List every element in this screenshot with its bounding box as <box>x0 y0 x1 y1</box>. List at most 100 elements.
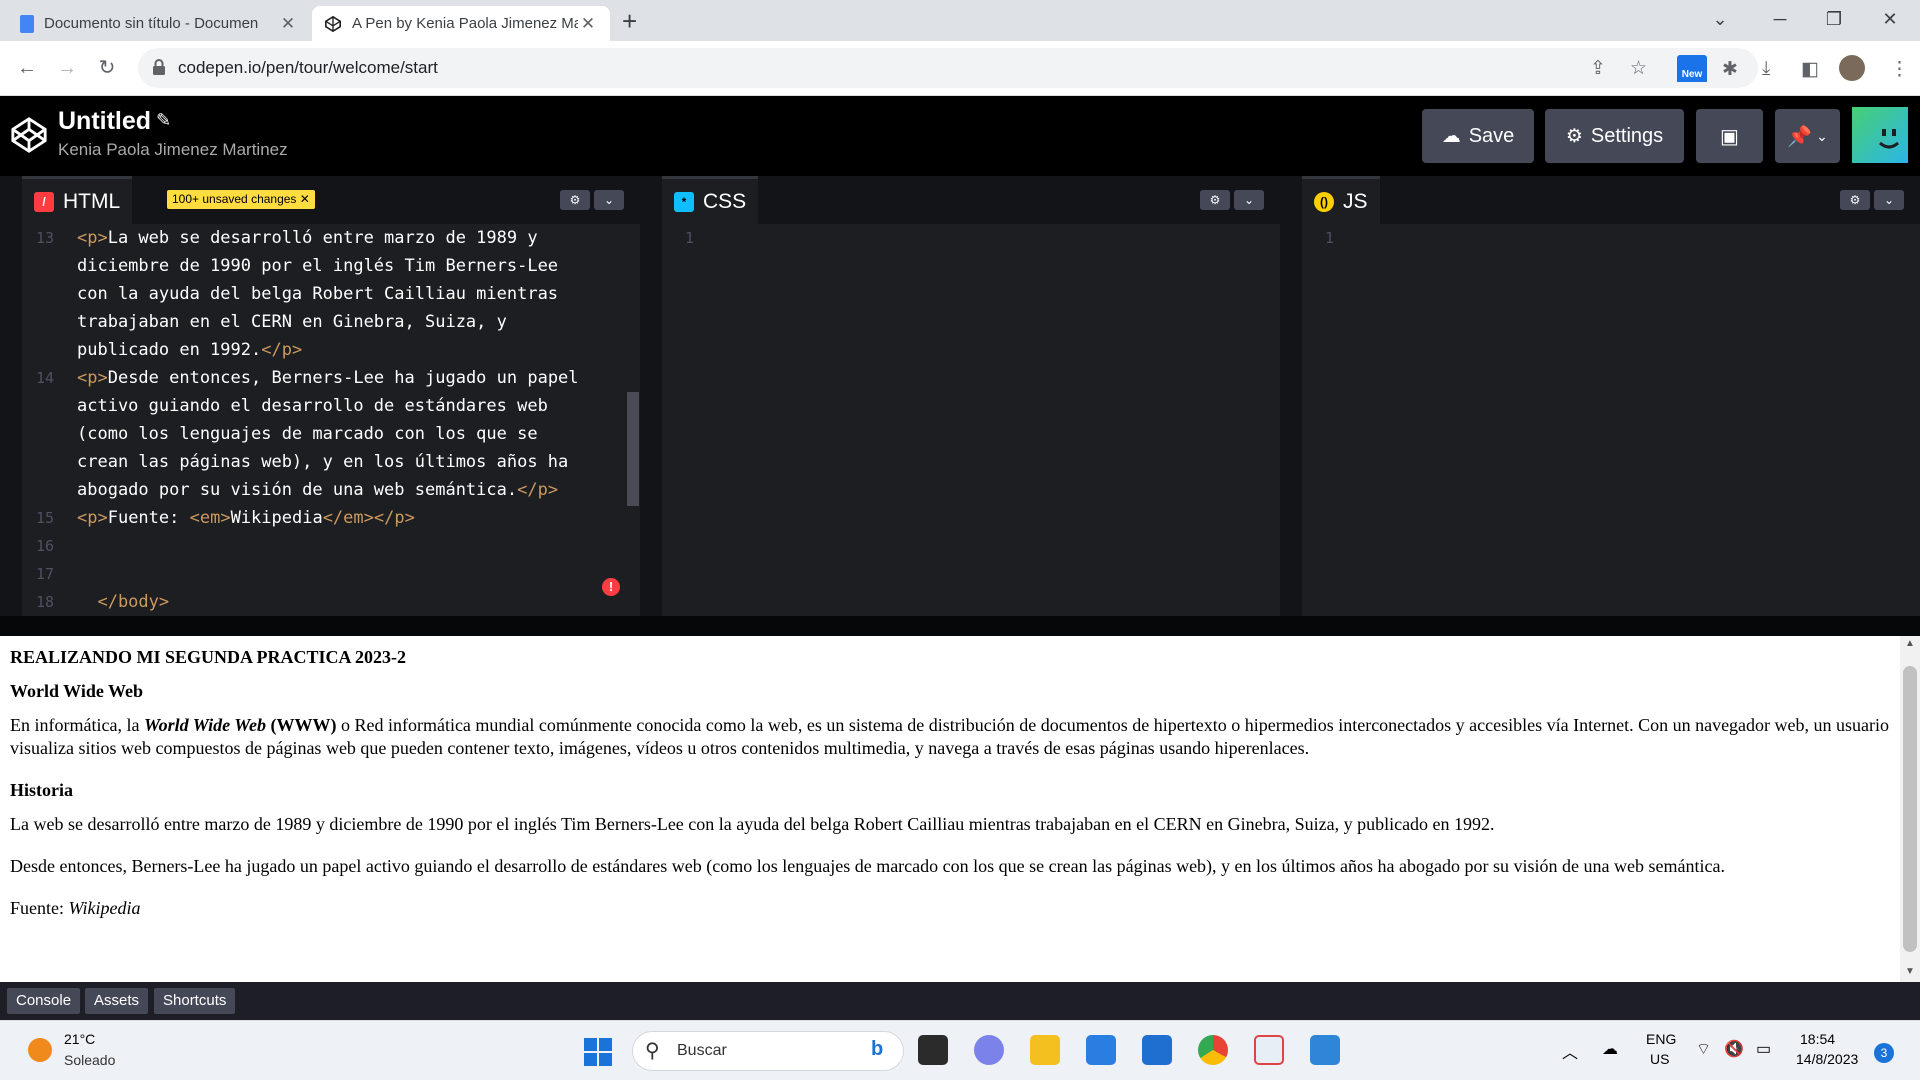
gear-icon[interactable]: ⚙ <box>560 190 590 210</box>
code-line: 14 <p>Desde entonces, Berners-Lee ha juga… <box>22 364 640 392</box>
error-icon[interactable]: ! <box>602 578 620 596</box>
close-icon[interactable]: ✕ <box>578 14 598 34</box>
clock-time[interactable]: 18:54 <box>1800 1031 1835 1047</box>
more-menu-icon[interactable]: ⋮ <box>1890 58 1909 81</box>
assets-button[interactable]: Assets <box>85 988 149 1014</box>
google-docs-icon <box>20 14 34 33</box>
settings-button[interactable]: ⚙ Settings <box>1545 109 1684 163</box>
code-content: con la ayuda del belga Robert Cailliau m… <box>77 284 559 304</box>
console-button[interactable]: Console <box>7 988 81 1014</box>
html-label: HTML <box>63 189 121 213</box>
weather-temp[interactable]: 21°C <box>64 1031 95 1047</box>
html-code-editor[interactable]: 13 <p>La web se desarrolló entre marzo de… <box>22 224 640 616</box>
code-text: con la ayuda del belga Robert Cailliau m… <box>77 280 558 308</box>
line-number: 1 <box>1324 229 1334 247</box>
lock-icon <box>153 59 165 75</box>
tab-codepen[interactable]: A Pen by Kenia Paola Jimenez Ma ✕ <box>312 6 610 41</box>
side-panel-icon[interactable]: ◧ <box>1801 58 1819 81</box>
todo-icon[interactable] <box>1086 1035 1116 1065</box>
code-text: abogado por su visión de una web semánti… <box>77 476 558 504</box>
css-editor-pane: * CSS ⚙ ⌄ 1 <box>662 176 1280 616</box>
settings-label: Settings <box>1590 124 1664 147</box>
preview-scrollbar-thumb[interactable] <box>1903 666 1917 952</box>
bookmark-star-icon[interactable]: ☆ <box>1630 57 1647 80</box>
tab-search-chevron-icon[interactable]: ⌄ <box>1700 4 1740 34</box>
pencil-icon[interactable]: ✎ <box>156 110 171 131</box>
sun-icon[interactable] <box>28 1038 52 1062</box>
code-content: abogado por su visión de una web semánti… <box>77 480 518 500</box>
code-line: con la ayuda del belga Robert Cailliau m… <box>22 280 640 308</box>
tab-google-docs[interactable]: Documento sin título - Documen ✕ <box>8 6 310 41</box>
resize-handle[interactable] <box>0 616 1920 636</box>
close-window-icon[interactable]: ✕ <box>1870 4 1910 34</box>
battery-icon[interactable]: ▭ <box>1756 1039 1771 1059</box>
gear-icon[interactable]: ⚙ <box>1840 190 1870 210</box>
wifi-icon[interactable]: ⌔ <box>1696 1039 1711 1059</box>
file-explorer-icon[interactable] <box>1030 1035 1060 1065</box>
code-text: publicado en 1992.</p> <box>77 336 302 364</box>
taskbar-search[interactable]: ⚲ Buscar b <box>632 1031 904 1071</box>
codepen-logo-icon[interactable] <box>10 116 48 154</box>
shortcuts-button[interactable]: Shortcuts <box>154 988 236 1014</box>
save-button[interactable]: ☁ Save <box>1422 109 1534 163</box>
snipping-tool-icon[interactable] <box>1254 1035 1284 1065</box>
user-avatar[interactable] <box>1852 107 1908 163</box>
gear-icon[interactable]: ⚙ <box>1200 190 1230 210</box>
download-icon[interactable]: ⤓ <box>1762 58 1770 80</box>
close-icon[interactable]: ✕ <box>278 14 298 34</box>
volume-muted-icon[interactable]: 🔇 <box>1724 1039 1744 1059</box>
editor-scrollbar[interactable] <box>627 392 639 506</box>
clock-date[interactable]: 14/8/2023 <box>1796 1051 1858 1067</box>
tab-js[interactable]: () JS <box>1302 176 1380 224</box>
new-tab-button[interactable]: + <box>622 6 637 36</box>
chrome-icon[interactable] <box>1198 1035 1228 1065</box>
code-text: (como los lenguajes de marcado con los q… <box>77 420 538 448</box>
prime-video-icon[interactable] <box>1142 1035 1172 1065</box>
forward-icon[interactable]: → <box>52 53 82 83</box>
back-icon[interactable]: ← <box>12 53 42 83</box>
chevron-up-icon[interactable]: ︿ <box>1562 1039 1578 1063</box>
unsaved-changes-badge[interactable]: 100+ unsaved changes ✕ <box>167 190 315 209</box>
css-code-editor[interactable]: 1 <box>662 224 1280 616</box>
pen-title[interactable]: Untitled <box>58 107 151 136</box>
chevron-down-icon[interactable]: ⌄ <box>1234 190 1264 210</box>
profile-avatar[interactable] <box>1839 55 1865 81</box>
save-label: Save <box>1468 124 1515 147</box>
windows-start-icon[interactable] <box>584 1038 612 1066</box>
bing-icon: b <box>871 1038 884 1060</box>
change-view-button[interactable]: ▣ <box>1696 109 1763 163</box>
line-number: 15 <box>35 509 54 527</box>
code-text: <p>Desde entonces, Berners-Lee ha jugado… <box>77 364 579 392</box>
extension-new-icon[interactable]: New <box>1677 55 1707 83</box>
language-label[interactable]: ENG <box>1646 1031 1676 1047</box>
pin-menu-button[interactable]: 📌 ⌄ <box>1775 109 1840 163</box>
result-preview: REALIZANDO MI SEGUNDA PRACTICA 2023-2 Wo… <box>0 636 1900 982</box>
share-icon[interactable]: ⇪ <box>1590 57 1606 80</box>
weather-condition[interactable]: Soleado <box>64 1052 115 1068</box>
scroll-down-icon[interactable]: ▼ <box>1905 966 1915 977</box>
scroll-up-icon[interactable]: ▲ <box>1905 638 1915 649</box>
notepad-icon[interactable] <box>1310 1035 1340 1065</box>
js-code-editor[interactable]: 1 <box>1302 224 1920 616</box>
tab-html[interactable]: / HTML <box>22 176 133 224</box>
onedrive-icon[interactable]: ☁ <box>1602 1039 1618 1059</box>
code-content: Wikipedia <box>230 508 323 528</box>
language-region[interactable]: US <box>1650 1051 1669 1067</box>
reload-icon[interactable]: ↻ <box>92 53 122 83</box>
teams-chat-icon[interactable] <box>974 1035 1004 1065</box>
address-bar[interactable]: codepen.io/pen/tour/welcome/start ⇪ ☆ <box>138 48 1758 88</box>
notification-badge[interactable]: 3 <box>1874 1043 1894 1063</box>
js-lang-icon: () <box>1314 191 1334 212</box>
minimize-icon[interactable]: ─ <box>1760 4 1800 34</box>
task-view-icon[interactable] <box>918 1035 948 1065</box>
extensions-puzzle-icon[interactable]: ✱ <box>1722 58 1738 81</box>
windows-taskbar: 21°C Soleado ⚲ Buscar b ︿ ☁ ENG US ⌔ 🔇 ▭… <box>0 1020 1920 1080</box>
preview-paragraph: La web se desarrolló entre marzo de 1989… <box>10 814 1495 834</box>
pen-author[interactable]: Kenia Paola Jimenez Martinez <box>58 140 288 160</box>
console-bar: Console Assets Shortcuts <box>0 982 1920 1020</box>
tab-css[interactable]: * CSS <box>662 176 759 224</box>
restore-icon[interactable]: ❐ <box>1814 4 1854 34</box>
chevron-down-icon[interactable]: ⌄ <box>1874 190 1904 210</box>
code-line: activo guiando el desarrollo de estándar… <box>22 392 640 420</box>
chevron-down-icon[interactable]: ⌄ <box>594 190 624 210</box>
